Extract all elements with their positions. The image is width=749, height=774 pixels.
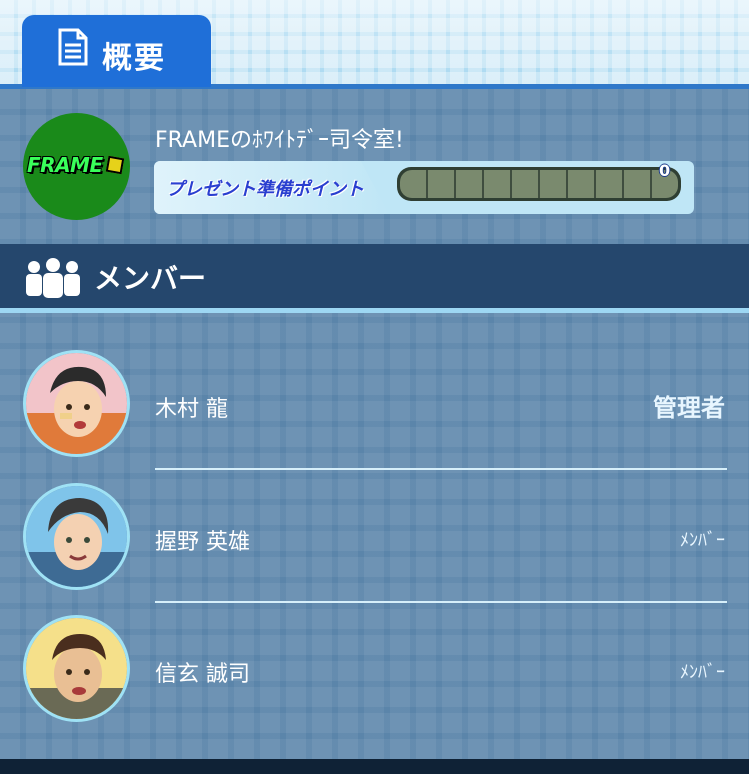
avatar-member-2[interactable] — [23, 483, 130, 590]
document-icon — [58, 28, 88, 66]
members-header-divider — [0, 308, 749, 313]
tab-label: 概要 — [102, 41, 166, 76]
member-role: ﾒﾝﾊﾞｰ — [680, 530, 725, 551]
member-name: 木村 龍 — [155, 397, 228, 422]
points-value: 0 — [659, 161, 671, 180]
member-name: 握野 英雄 — [155, 530, 250, 555]
avatar-member-1[interactable] — [23, 350, 130, 457]
points-label: プレゼント準備ポイント — [166, 179, 364, 200]
points-gauge-fill — [400, 170, 678, 198]
points-gauge — [397, 167, 681, 201]
members-title: メンバー — [94, 262, 207, 295]
people-icon — [26, 258, 80, 298]
tab-overview[interactable]: 概要 — [22, 15, 211, 87]
office-logo: FRAME — [23, 113, 130, 220]
office-name: FRAMEのﾎﾜｲﾄﾃﾞｰ司令室! — [155, 128, 404, 153]
member-role: 管理者 — [653, 394, 725, 422]
divider — [155, 468, 727, 470]
divider — [155, 601, 727, 603]
member-name: 信玄 誠司 — [155, 662, 250, 687]
logo-tag-icon — [105, 155, 125, 175]
logo-text: FRAME — [27, 153, 103, 177]
member-role: ﾒﾝﾊﾞｰ — [680, 662, 725, 683]
bottom-bar — [0, 759, 749, 774]
avatar-member-3[interactable] — [23, 615, 130, 722]
points-bar: プレゼント準備ポイント 0 — [154, 161, 694, 214]
